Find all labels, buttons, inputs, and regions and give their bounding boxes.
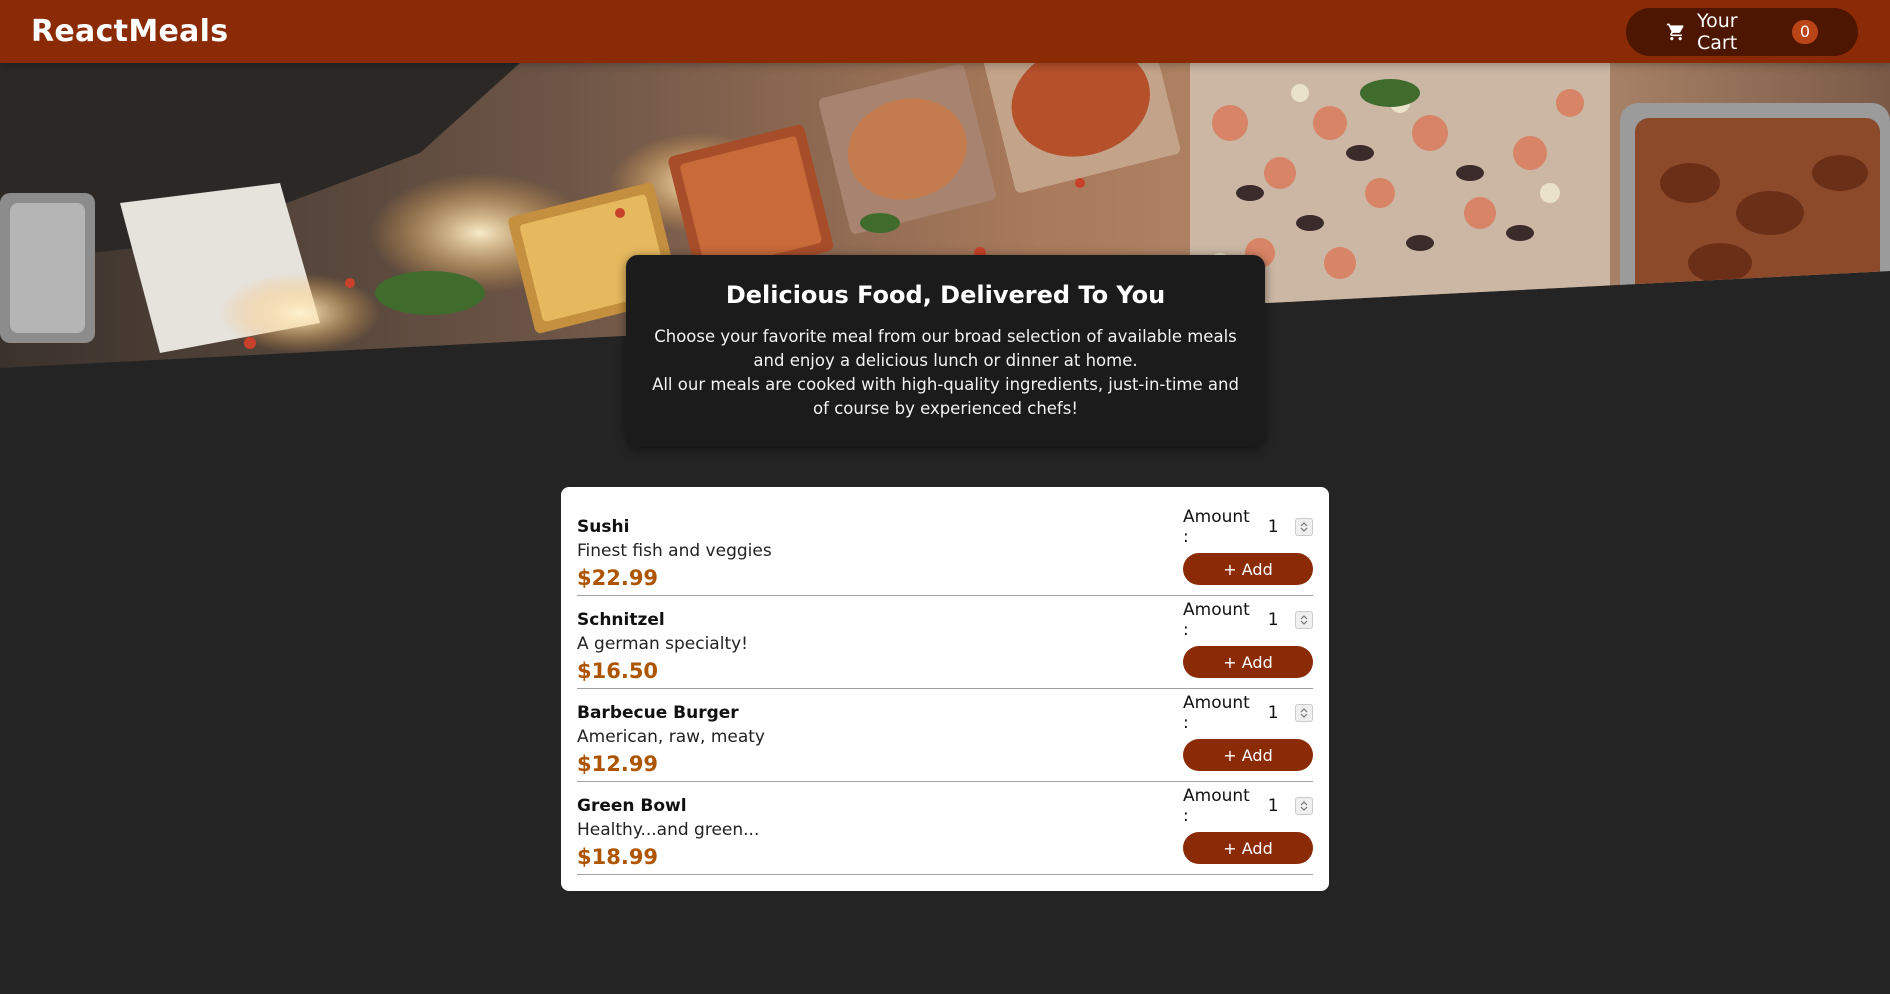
amount-label: Amount : — [1183, 507, 1250, 547]
meal-description: Finest fish and veggies — [577, 541, 772, 561]
cart-icon — [1666, 22, 1686, 42]
meal-form: Amount : 1 + Add — [1183, 786, 1314, 874]
amount-spinner-icon[interactable] — [1295, 797, 1314, 815]
meal-info: Barbecue Burger American, raw, meaty $12… — [577, 703, 765, 781]
amount-input[interactable]: 1 — [1268, 610, 1296, 630]
amount-label: Amount : — [1183, 786, 1250, 826]
meal-description: A german specialty! — [577, 634, 748, 654]
meal-name: Sushi — [577, 517, 630, 537]
amount-spinner-icon[interactable] — [1295, 611, 1314, 629]
meal-price: $12.99 — [577, 752, 659, 776]
add-button[interactable]: + Add — [1183, 739, 1313, 771]
meals-summary: Delicious Food, Delivered To You Choose … — [626, 255, 1265, 447]
cart-label: Your Cart — [1697, 9, 1738, 54]
add-button[interactable]: + Add — [1183, 646, 1313, 678]
amount-label: Amount : — [1183, 600, 1250, 640]
meal-price: $16.50 — [577, 659, 659, 683]
meal-name: Barbecue Burger — [577, 703, 739, 723]
meal-price: $22.99 — [577, 566, 659, 590]
amount-input[interactable]: 1 — [1268, 517, 1296, 537]
amount-row: Amount : 1 — [1183, 786, 1314, 826]
meal-description: American, raw, meaty — [577, 727, 765, 747]
cart-count-badge: 0 — [1792, 19, 1818, 44]
meal-item-schnitzel: Schnitzel A german specialty! $16.50 Amo… — [577, 596, 1314, 689]
amount-input[interactable]: 1 — [1268, 796, 1296, 816]
app-header: ReactMeals Your Cart 0 — [0, 0, 1890, 63]
summary-title: Delicious Food, Delivered To You — [725, 281, 1166, 309]
cart-button[interactable]: Your Cart 0 — [1626, 7, 1858, 56]
meal-item-sushi: Sushi Finest fish and veggies $22.99 Amo… — [577, 503, 1314, 596]
meal-form: Amount : 1 + Add — [1183, 507, 1314, 595]
meal-description: Healthy...and green... — [577, 820, 760, 840]
add-button[interactable]: + Add — [1183, 832, 1313, 864]
meal-price: $18.99 — [577, 845, 659, 869]
amount-spinner-icon[interactable] — [1295, 704, 1314, 722]
amount-row: Amount : 1 — [1183, 600, 1314, 640]
summary-paragraph-1: Choose your favorite meal from our broad… — [654, 327, 1237, 370]
meals-list: Sushi Finest fish and veggies $22.99 Amo… — [577, 503, 1314, 875]
app-logo: ReactMeals — [31, 14, 229, 49]
amount-spinner-icon[interactable] — [1295, 518, 1314, 536]
meal-info: Green Bowl Healthy...and green... $18.99 — [577, 796, 759, 874]
meal-item-barbecue-burger: Barbecue Burger American, raw, meaty $12… — [577, 689, 1314, 782]
add-button[interactable]: + Add — [1183, 553, 1313, 585]
meal-item-green-bowl: Green Bowl Healthy...and green... $18.99… — [577, 782, 1314, 875]
meal-form: Amount : 1 + Add — [1183, 693, 1314, 781]
available-meals-card: Sushi Finest fish and veggies $22.99 Amo… — [561, 487, 1329, 891]
summary-paragraph-2: All our meals are cooked with high-quali… — [652, 375, 1239, 418]
meal-form: Amount : 1 + Add — [1183, 600, 1314, 688]
meal-name: Green Bowl — [577, 796, 687, 816]
amount-row: Amount : 1 — [1183, 693, 1314, 733]
amount-input[interactable]: 1 — [1268, 703, 1296, 723]
meal-name: Schnitzel — [577, 610, 665, 630]
amount-row: Amount : 1 — [1183, 507, 1314, 547]
meal-info: Schnitzel A german specialty! $16.50 — [577, 610, 748, 688]
meal-info: Sushi Finest fish and veggies $22.99 — [577, 517, 772, 595]
amount-label: Amount : — [1183, 693, 1250, 733]
